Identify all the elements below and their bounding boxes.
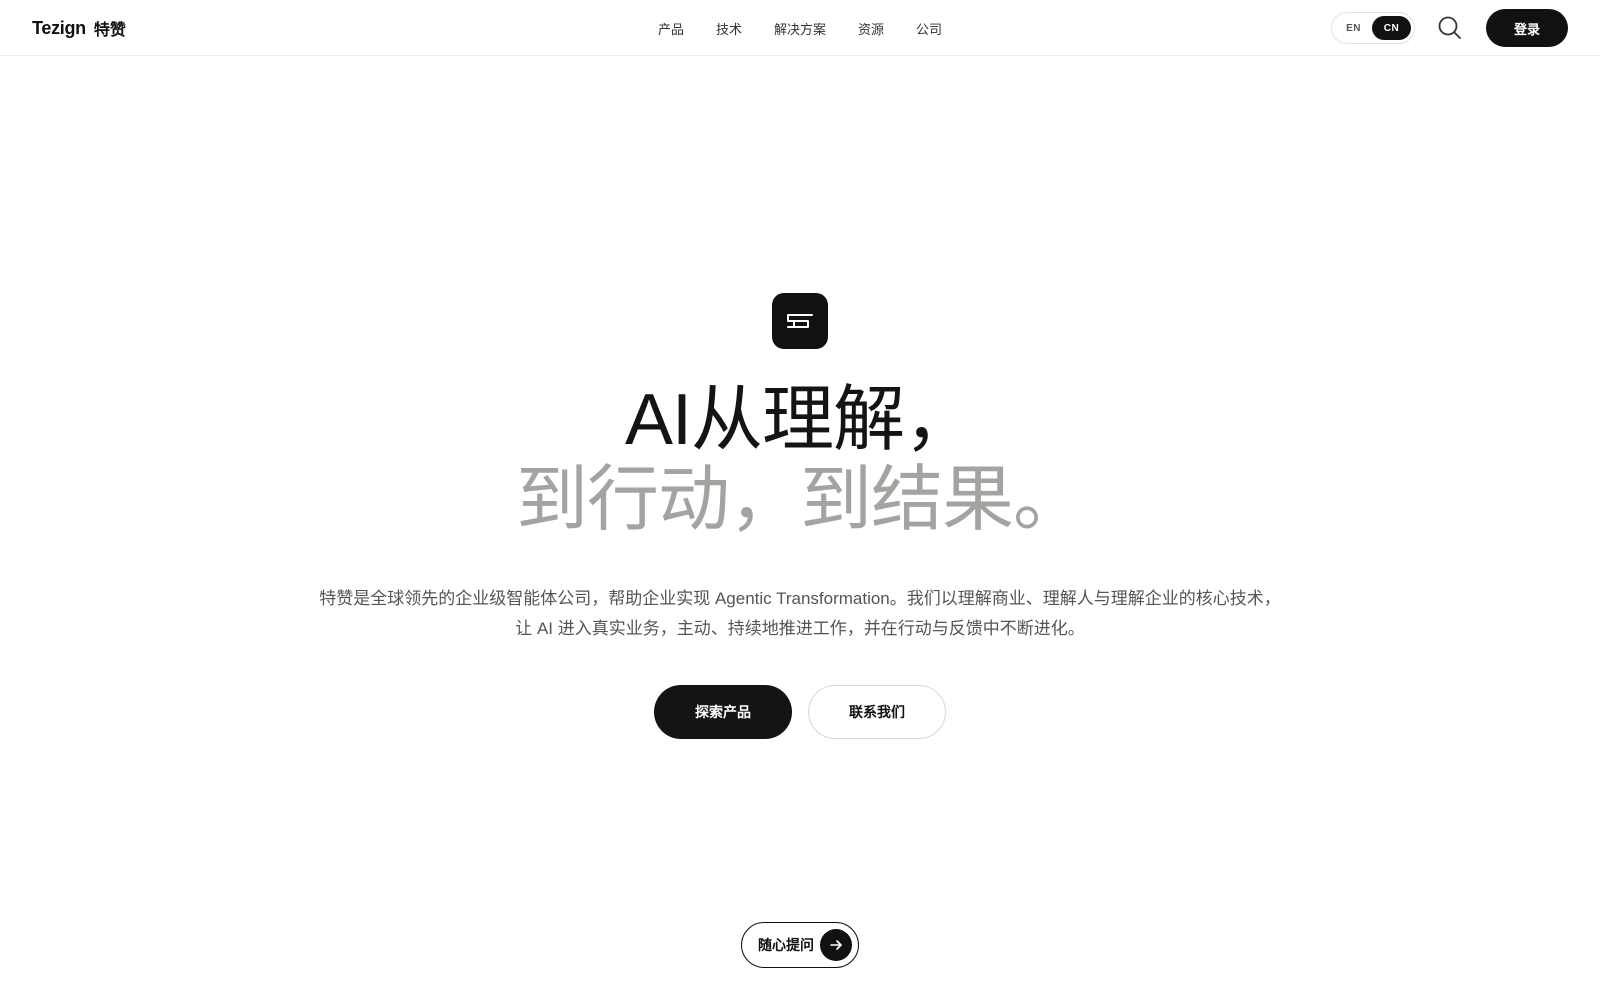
- hero-headline: AI从理解， 到行动，到结果。: [0, 380, 1600, 540]
- top-header: Tezign 特赞 产品 技术 解决方案 资源 公司 EN CN 登录: [0, 0, 1600, 56]
- lang-option-cn[interactable]: CN: [1372, 16, 1411, 40]
- nav-item-products[interactable]: 产品: [658, 19, 684, 38]
- hero-description: 特赞是全球领先的企业级智能体公司，帮助企业实现 Agentic Transfor…: [200, 584, 1400, 644]
- cta-group: 探索产品 联系我们: [0, 685, 1600, 739]
- login-button[interactable]: 登录: [1486, 9, 1568, 47]
- search-icon[interactable]: [1436, 14, 1464, 42]
- explore-products-button[interactable]: 探索产品: [654, 685, 792, 739]
- ask-label: 随心提问: [758, 937, 814, 953]
- ask-anything-button[interactable]: 随心提问: [741, 922, 859, 968]
- tezign-logo-icon: [772, 293, 828, 349]
- language-toggle[interactable]: EN CN: [1331, 12, 1415, 44]
- nav-item-resources[interactable]: 资源: [858, 19, 884, 38]
- description-line-2: 让 AI 进入真实业务，主动、持续地推进工作，并在行动与反馈中不断进化。: [515, 619, 1085, 638]
- headline-line-2: 到行动，到结果。: [515, 460, 1085, 540]
- headline-line-1: AI从理解，: [624, 380, 976, 460]
- description-line-1: 特赞是全球领先的企业级智能体公司，帮助企业实现 Agentic Transfor…: [319, 589, 1281, 608]
- nav-item-solutions[interactable]: 解决方案: [774, 19, 826, 38]
- nav-item-company[interactable]: 公司: [916, 19, 942, 38]
- arrow-right-icon: [820, 929, 852, 961]
- lang-option-en[interactable]: EN: [1335, 16, 1372, 40]
- contact-us-button[interactable]: 联系我们: [808, 685, 946, 739]
- nav-item-technology[interactable]: 技术: [716, 19, 742, 38]
